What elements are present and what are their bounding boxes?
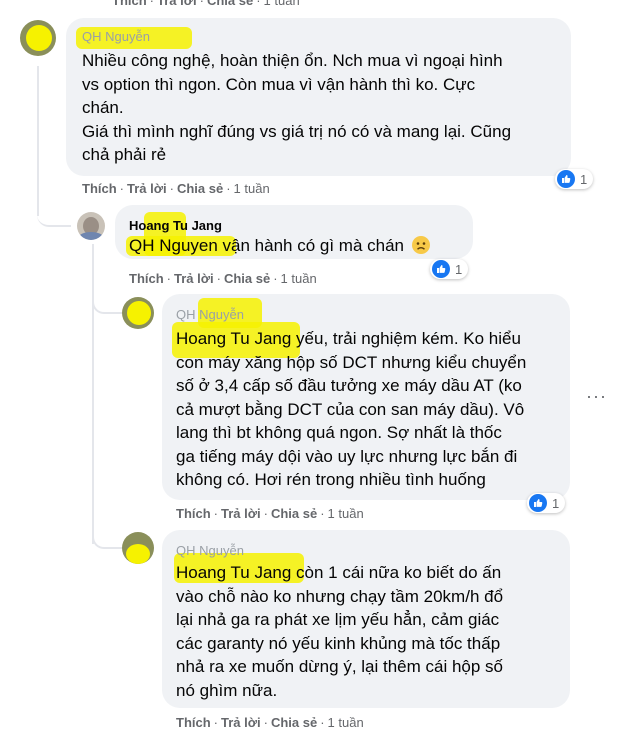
comment-text: còn 1 cái nữa ko biết do ấn bbox=[291, 563, 502, 582]
comment-body: Hoang Tu Jang yếu, trải nghiệm kém. Ko h… bbox=[176, 327, 566, 492]
comment-line: Nhiều công nghệ, hoàn thiện ổn. Nch mua … bbox=[82, 51, 503, 70]
avatar[interactable] bbox=[122, 532, 154, 564]
timestamp[interactable]: 1 tuần bbox=[264, 0, 300, 8]
like-link[interactable]: Thích bbox=[129, 271, 164, 286]
comment-line: chán. bbox=[82, 98, 124, 117]
reaction-count: 1 bbox=[455, 261, 463, 277]
like-icon bbox=[432, 260, 450, 278]
frowning-face-icon bbox=[411, 236, 430, 254]
comment-actions: Thích · Trả lời · Chia sẻ · 1 tuần bbox=[176, 506, 364, 521]
reply-link[interactable]: Trả lời bbox=[221, 506, 261, 521]
comment-line: số ở 3,4 cấp số đầu tưởng xe máy dầu AT … bbox=[176, 376, 522, 395]
avatar-highlight bbox=[126, 544, 150, 564]
comment-line: cả mượt bằng DCT của con san máy dầu). V… bbox=[176, 399, 525, 419]
share-link[interactable]: Chia sẻ bbox=[271, 506, 317, 521]
more-options-icon[interactable]: ··· bbox=[586, 386, 607, 407]
share-link[interactable]: Chia sẻ bbox=[224, 271, 270, 286]
share-link[interactable]: Chia sẻ bbox=[177, 181, 223, 196]
timestamp[interactable]: 1 tuần bbox=[328, 715, 364, 730]
like-link[interactable]: Thích bbox=[176, 715, 211, 730]
mention-link[interactable]: Hoang Tu Jang bbox=[176, 563, 291, 582]
like-link[interactable]: Thích bbox=[176, 506, 211, 521]
comment-author[interactable]: Hoang Tu Jang bbox=[129, 218, 222, 233]
reaction-summary[interactable]: 1 bbox=[555, 169, 594, 189]
avatar[interactable] bbox=[122, 297, 154, 329]
comment-actions: Thích · Trả lời · Chia sẻ · 1 tuần bbox=[82, 181, 270, 196]
comment-actions: Thích · Trả lời · Chia sẻ · 1 tuần bbox=[129, 271, 317, 286]
reaction-summary[interactable]: 1 bbox=[430, 259, 469, 279]
comment-body: QH Nguyen vận hành có gì mà chán bbox=[129, 234, 430, 258]
comment-actions: Thích · Trả lời · Chia sẻ · 1 tuần bbox=[176, 715, 364, 730]
comment-line: nhả ra xe muốn dừng ý, lại thêm cái hộp … bbox=[176, 657, 504, 676]
reply-link[interactable]: Trả lời bbox=[221, 715, 261, 730]
comment-line: Hoang Tu Jang còn 1 cái nữa ko biết do ấ… bbox=[176, 561, 566, 585]
avatar-shirt bbox=[79, 232, 103, 240]
reaction-summary[interactable]: 1 bbox=[527, 493, 566, 513]
comment-line: không có. Hơi rén trong nhiều tình huống bbox=[176, 470, 486, 489]
mention-link[interactable]: QH Nguyen bbox=[129, 236, 218, 255]
comment-line: vs option thì ngon. Còn mua vì vận hành … bbox=[82, 74, 476, 94]
timestamp[interactable]: 1 tuần bbox=[234, 181, 270, 196]
like-icon bbox=[557, 170, 575, 188]
comment-line: nó ghìm nữa. bbox=[176, 680, 278, 700]
like-icon bbox=[529, 494, 547, 512]
thread-connector-reply-2 bbox=[92, 290, 122, 314]
comment-author[interactable]: QH Nguyễn bbox=[82, 29, 150, 44]
comment-line: chả phải rẻ bbox=[82, 145, 167, 164]
avatar[interactable] bbox=[20, 20, 56, 56]
comment-line: Hoang Tu Jang yếu, trải nghiệm kém. Ko h… bbox=[176, 327, 566, 351]
like-link[interactable]: Thích bbox=[112, 0, 147, 8]
avatar-highlight bbox=[127, 301, 151, 325]
comment-actions-previous: Thích · Trả lời · Chia sẻ · 1 tuần bbox=[112, 0, 300, 8]
comment-line: các garanty nó yếu kinh khủng mà tốc thấ… bbox=[176, 633, 501, 653]
share-link[interactable]: Chia sẻ bbox=[271, 715, 317, 730]
avatar-highlight bbox=[26, 25, 52, 51]
reaction-count: 1 bbox=[552, 495, 560, 511]
comment-body: Nhiều công nghệ, hoàn thiện ổn. Nch mua … bbox=[82, 49, 567, 167]
thread-line-reply bbox=[92, 244, 94, 544]
comment-line: vào chỗ nào ko nhưng chạy tầm 20km/h đổ bbox=[176, 586, 504, 606]
reaction-count: 1 bbox=[580, 171, 588, 187]
reply-link[interactable]: Trả lời bbox=[127, 181, 167, 196]
thread-connector-reply-1 bbox=[37, 200, 71, 227]
share-link[interactable]: Chia sẻ bbox=[207, 0, 253, 8]
comment-author[interactable]: QH Nguyễn bbox=[176, 307, 244, 322]
timestamp[interactable]: 1 tuần bbox=[281, 271, 317, 286]
mention-link[interactable]: Hoang Tu Jang bbox=[176, 329, 291, 348]
comment-line: Giá thì mình nghĩ đúng vs giá trị nó có … bbox=[82, 121, 512, 141]
comment-line: lại nhả ga ra phát xe lịm yếu hẳn, cảm g… bbox=[176, 610, 500, 629]
timestamp[interactable]: 1 tuần bbox=[328, 506, 364, 521]
reply-link[interactable]: Trả lời bbox=[174, 271, 214, 286]
comment-author[interactable]: QH Nguyễn bbox=[176, 543, 244, 558]
thread-line-main bbox=[37, 66, 39, 216]
comment-text: vận hành có gì mà chán bbox=[217, 236, 409, 255]
avatar[interactable] bbox=[77, 212, 105, 240]
like-link[interactable]: Thích bbox=[82, 181, 117, 196]
thread-connector-reply-3 bbox=[92, 525, 122, 549]
reply-link[interactable]: Trả lời bbox=[157, 0, 197, 8]
comment-text: yếu, trải nghiệm kém. Ko hiểu bbox=[291, 329, 521, 348]
comment-line: ga tiếng máy dội vào uy lực nhưng lực bắ… bbox=[176, 446, 518, 466]
comment-line: con máy xăng hộp số DCT nhưng kiểu chuyể… bbox=[176, 352, 527, 372]
comment-body: Hoang Tu Jang còn 1 cái nữa ko biết do ấ… bbox=[176, 561, 566, 702]
comment-line: lang thì bt không quá ngon. Sợ nhất là t… bbox=[176, 423, 502, 442]
